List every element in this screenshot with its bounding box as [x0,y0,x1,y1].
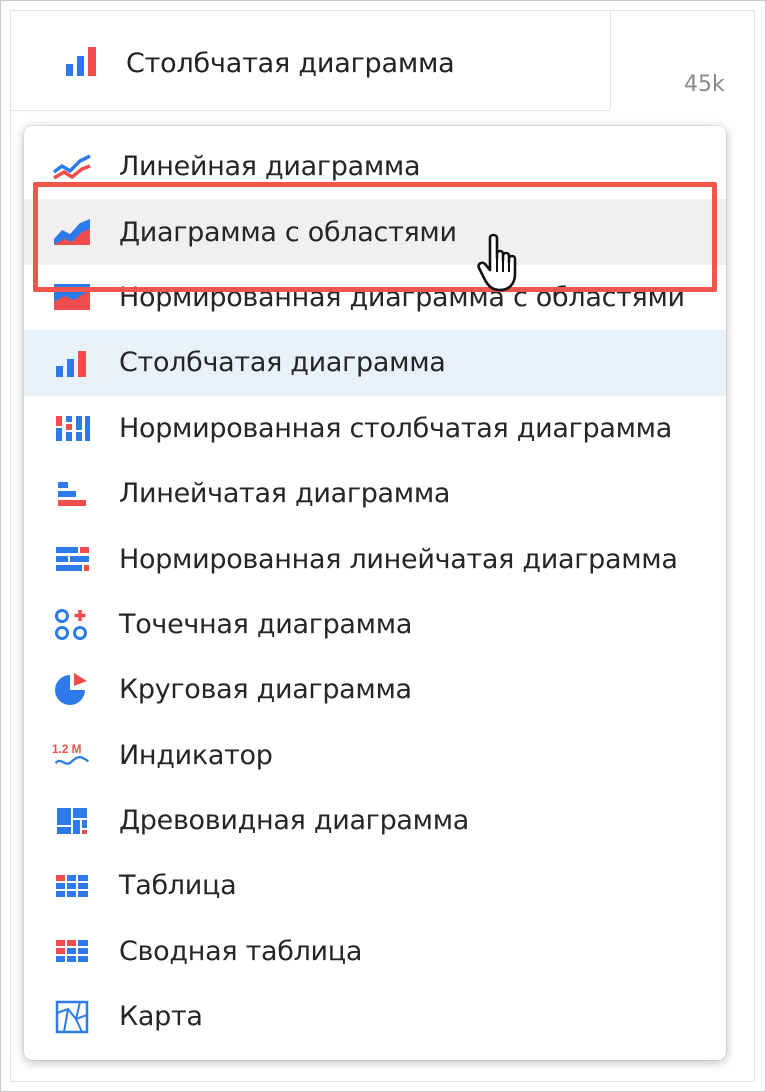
bar-chart-icon [62,44,104,82]
menu-item-pivot-table[interactable]: Сводная таблица [24,919,726,984]
menu-item-label: Нормированная линейчатая диаграмма [119,543,678,575]
bar-chart-icon [52,343,92,383]
menu-item-label: Точечная диаграмма [119,608,413,640]
menu-item-label: Столбчатая диаграмма [119,347,446,379]
menu-item-scatter-chart[interactable]: Точечная диаграмма [24,592,726,657]
selected-chart-type: Столбчатая диаграмма [126,47,455,79]
menu-item-label: Карта [119,1001,203,1033]
chart-type-menu: Линейная диаграмма Диаграмма с областями… [24,126,726,1060]
menu-item-label: Диаграмма с областями [119,216,457,248]
scatter-chart-icon [52,604,92,644]
pie-chart-icon [52,670,92,710]
menu-item-label: Линейная диаграмма [119,151,421,183]
menu-item-label: Нормированная диаграмма с областями [119,281,685,313]
menu-item-label: Сводная таблица [119,935,363,967]
chart-type-selector[interactable]: Столбчатая диаграмма [62,40,455,86]
hand-cursor-icon [476,232,526,298]
normalized-area-chart-icon [52,277,92,317]
column-divider [610,10,611,110]
table-icon [52,866,92,906]
menu-item-line-chart[interactable]: Линейная диаграмма [24,134,726,199]
menu-item-label: Нормированная столбчатая диаграмма [119,412,672,444]
menu-item-table[interactable]: Таблица [24,853,726,918]
header-divider [10,110,610,111]
treemap-icon [52,801,92,841]
horizontal-bar-chart-icon [52,474,92,514]
menu-item-pie-chart[interactable]: Круговая диаграмма [24,657,726,722]
menu-item-bar-chart[interactable]: Столбчатая диаграмма [24,330,726,396]
menu-item-area-chart[interactable]: Диаграмма с областями [24,199,726,265]
axis-tick-label: 45k [684,72,725,97]
area-chart-icon [52,212,92,252]
line-chart-icon [52,147,92,187]
menu-item-indicator[interactable]: 1.2 M Индикатор [24,723,726,788]
menu-item-normalized-bar-chart[interactable]: Нормированная столбчатая диаграмма [24,396,726,461]
menu-item-label: Древовидная диаграмма [119,805,470,837]
map-icon [52,997,92,1037]
normalized-bar-chart-icon [52,408,92,448]
normalized-horizontal-bar-chart-icon [52,539,92,579]
menu-item-label: Индикатор [119,739,273,771]
menu-item-treemap[interactable]: Древовидная диаграмма [24,788,726,853]
menu-item-label: Таблица [119,870,237,902]
menu-item-label: Круговая диаграмма [119,674,412,706]
menu-item-label: Линейчатая диаграмма [119,478,451,510]
menu-item-map[interactable]: Карта [24,984,726,1049]
pivot-table-icon [52,931,92,971]
menu-item-normalized-area-chart[interactable]: Нормированная диаграмма с областями [24,265,726,330]
indicator-icon: 1.2 M [52,735,92,775]
menu-item-horizontal-bar-chart[interactable]: Линейчатая диаграмма [24,461,726,526]
menu-item-normalized-horizontal-bar-chart[interactable]: Нормированная линейчатая диаграмма [24,526,726,591]
indicator-icon-text: 1.2 M [52,742,82,756]
